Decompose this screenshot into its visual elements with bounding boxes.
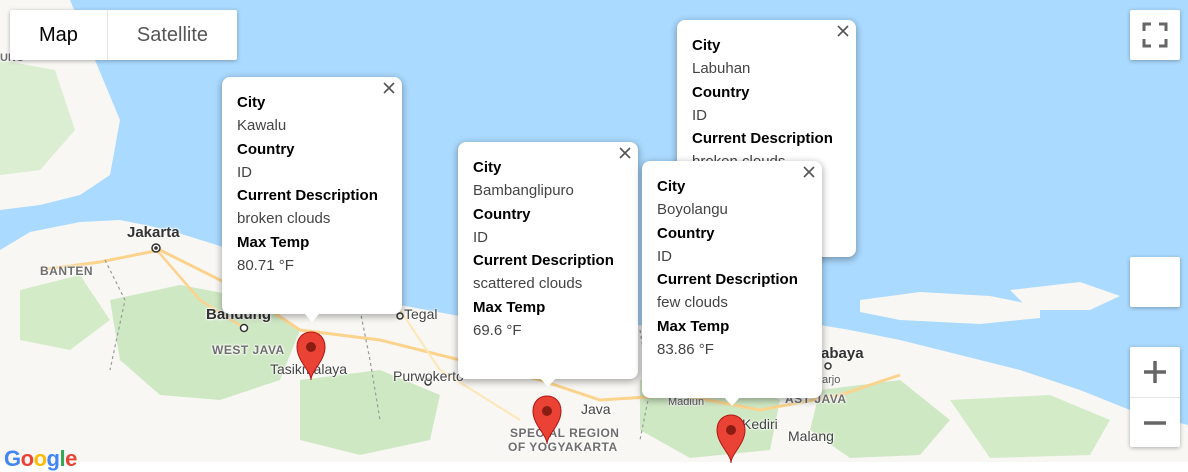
country-key: Country [237, 140, 295, 158]
map-marker-kawalu[interactable] [295, 331, 327, 381]
info-window-tail [304, 313, 320, 322]
country-value: ID [692, 106, 707, 124]
map-marker-bambanglipuro[interactable] [531, 395, 563, 445]
city-value: Bambanglipuro [473, 182, 574, 200]
max-temp-key: Max Temp [657, 317, 730, 335]
close-icon[interactable] [382, 81, 396, 95]
fullscreen-button[interactable] [1130, 10, 1180, 60]
place-label-jakarta: Jakarta [127, 224, 180, 241]
city-key: City [237, 94, 266, 111]
country-value: ID [657, 247, 672, 265]
country-key: Country [473, 205, 531, 223]
zoom-control [1130, 347, 1180, 447]
city-key: City [473, 159, 502, 176]
zoom-in-button[interactable] [1130, 347, 1180, 397]
description-key: Current Description [692, 130, 833, 148]
info-window-tail [540, 378, 556, 387]
google-logo[interactable]: Google [4, 446, 77, 472]
description-value: scattered clouds [473, 275, 583, 293]
close-icon[interactable] [836, 24, 850, 38]
city-value: Boyolangu [657, 201, 728, 219]
info-window-tail [724, 397, 740, 406]
fullscreen-icon [1142, 22, 1168, 48]
place-label-purwokerto: Purwokerto [393, 368, 464, 384]
city-value: Labuhan [692, 60, 751, 78]
place-label-tegal: Tegal [404, 306, 438, 322]
country-value: ID [473, 228, 488, 246]
map-marker-boyolangu[interactable] [715, 414, 747, 464]
close-icon[interactable] [618, 146, 632, 160]
max-temp-value: 69.6 °F [473, 322, 522, 340]
info-window-kawalu: City Kawalu Country ID Current Descripti… [222, 77, 402, 322]
close-icon[interactable] [802, 165, 816, 179]
place-label-west-java: WEST JAVA [212, 343, 285, 357]
zoom-out-button[interactable] [1130, 397, 1180, 447]
place-label-surabaya: abaya [821, 345, 864, 362]
place-label-banten: BANTEN [40, 264, 93, 278]
city-key: City [657, 178, 686, 195]
description-key: Current Description [473, 252, 614, 270]
description-value: broken clouds [237, 210, 331, 228]
street-view-button[interactable] [1130, 257, 1180, 307]
max-temp-key: Max Temp [473, 298, 546, 316]
description-key: Current Description [237, 187, 378, 205]
place-label-malang: Malang [788, 428, 834, 444]
description-key: Current Description [657, 271, 798, 289]
minus-icon [1144, 421, 1166, 425]
country-key: Country [692, 83, 750, 101]
info-window-bambanglipuro: City Bambanglipuro Country ID Current De… [458, 142, 638, 387]
country-value: ID [237, 163, 252, 181]
place-label-java: Java [581, 401, 611, 417]
satellite-button[interactable]: Satellite [106, 10, 237, 60]
city-value: Kawalu [237, 117, 287, 135]
max-temp-value: 83.86 °F [657, 341, 714, 359]
country-key: Country [657, 224, 715, 242]
max-temp-key: Max Temp [237, 233, 310, 251]
place-label-sidoarjo: arjo [822, 374, 841, 386]
info-window-boyolangu: City Boyolangu Country ID Current Descri… [642, 161, 822, 406]
plus-icon [1144, 361, 1166, 383]
map-type-control: Map Satellite [10, 10, 238, 60]
max-temp-value: 80.71 °F [237, 257, 294, 275]
place-label-special-region-1: SPECIAL REGION [510, 426, 620, 440]
place-label-kediri: Kediri [742, 416, 778, 432]
description-value: few clouds [657, 294, 728, 312]
map-button[interactable]: Map [10, 10, 107, 60]
city-key: City [692, 37, 721, 54]
